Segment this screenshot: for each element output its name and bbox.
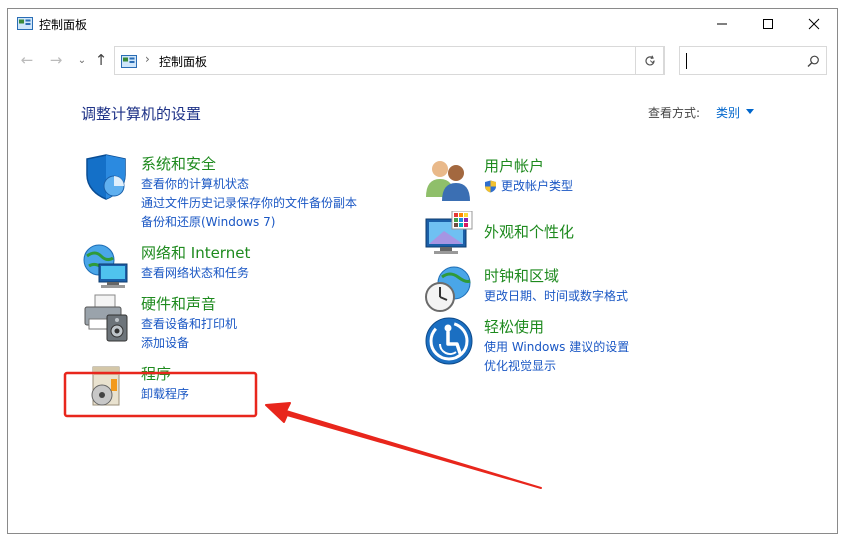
link-optimize-visual-display[interactable]: 优化视觉显示 [484,357,629,376]
back-button[interactable]: ← [17,51,37,69]
network-globe-icon[interactable] [81,242,131,292]
link-change-account-type[interactable]: 更改帐户类型 [484,177,573,196]
refresh-button[interactable] [635,46,665,75]
category-title-ease-of-access[interactable]: 轻松使用 [484,316,544,337]
category-links: 查看网络状态和任务 [141,264,249,283]
monitor-palette-icon[interactable] [424,210,474,261]
printer-speaker-icon[interactable] [81,293,131,343]
link-network-status-tasks[interactable]: 查看网络状态和任务 [141,264,249,283]
category-title-user-accounts[interactable]: 用户帐户 [484,155,544,176]
arrow-right-icon: → [49,51,63,69]
category-title-system-security[interactable]: 系统和安全 [141,153,216,174]
category-links: 查看设备和打印机 添加设备 [141,315,237,353]
close-button[interactable] [791,9,837,39]
link-add-device[interactable]: 添加设备 [141,334,237,353]
control-panel-window: 控制面板 ← → ⌄ ↑ › 控制面板 ⌄ 调整计算机的设置 查看方式: 类别 … [7,8,838,534]
maximize-button[interactable] [745,9,791,39]
navigation-bar: ← → ⌄ ↑ › 控制面板 ⌄ [8,43,837,77]
control-panel-small-icon [121,54,137,73]
category-title-hardware-sound[interactable]: 硬件和声音 [141,293,216,314]
search-input[interactable] [679,46,827,75]
category-links: 查看你的计算机状态 通过文件历史记录保存你的文件备份副本 备份和还原(Windo… [141,175,357,232]
search-icon[interactable] [807,53,820,72]
close-icon [808,18,820,30]
shield-icon[interactable] [81,153,131,203]
title-bar[interactable]: 控制面板 [8,9,837,39]
address-bar[interactable]: › 控制面板 ⌄ [114,46,664,75]
category-links: 卸载程序 [141,385,189,404]
programs-disc-icon[interactable] [81,363,131,413]
window-title: 控制面板 [39,18,88,32]
link-change-date-time-format[interactable]: 更改日期、时间或数字格式 [484,287,628,306]
link-backup-restore[interactable]: 备份和还原(Windows 7) [141,213,357,232]
link-file-history-backup[interactable]: 通过文件历史记录保存你的文件备份副本 [141,194,357,213]
minimize-icon [717,23,727,25]
uac-shield-icon [485,180,496,193]
users-icon[interactable] [424,155,474,205]
control-panel-app-icon [17,16,33,30]
refresh-icon [645,55,655,65]
category-title-programs[interactable]: 程序 [141,363,171,384]
category-links: 更改帐户类型 [484,177,573,196]
forward-button[interactable]: → [46,51,66,69]
minimize-button[interactable] [699,9,745,39]
category-title-clock-region[interactable]: 时钟和区域 [484,265,559,286]
recent-locations-button[interactable]: ⌄ [72,51,92,69]
page-title: 调整计算机的设置 [81,105,202,123]
accessibility-icon[interactable] [424,316,474,366]
link-recommended-settings[interactable]: 使用 Windows 建议的设置 [484,338,629,357]
link-view-computer-status[interactable]: 查看你的计算机状态 [141,175,357,194]
category-title-appearance-personalization[interactable]: 外观和个性化 [484,221,574,242]
link-devices-printers[interactable]: 查看设备和打印机 [141,315,237,334]
text-caret [686,53,687,69]
breadcrumb-separator-icon: › [145,52,150,66]
category-links: 使用 Windows 建议的设置 优化视觉显示 [484,338,629,376]
arrow-left-icon: ← [20,51,34,69]
up-button[interactable]: ↑ [91,51,111,69]
view-by-dropdown[interactable]: 类别 [716,104,740,121]
view-by-dropdown-arrow-icon[interactable] [746,109,754,114]
breadcrumb-control-panel[interactable]: 控制面板 [159,53,207,70]
category-title-network-internet[interactable]: 网络和 Internet [141,242,250,263]
category-links: 更改日期、时间或数字格式 [484,287,628,306]
view-by-label: 查看方式: [648,106,701,120]
link-change-account-type-label: 更改帐户类型 [501,179,574,193]
chevron-down-icon: ⌄ [77,54,87,66]
maximize-icon [763,19,773,29]
clock-globe-icon[interactable] [424,265,474,315]
link-uninstall-program[interactable]: 卸载程序 [141,385,189,404]
arrow-up-icon: ↑ [94,51,108,69]
